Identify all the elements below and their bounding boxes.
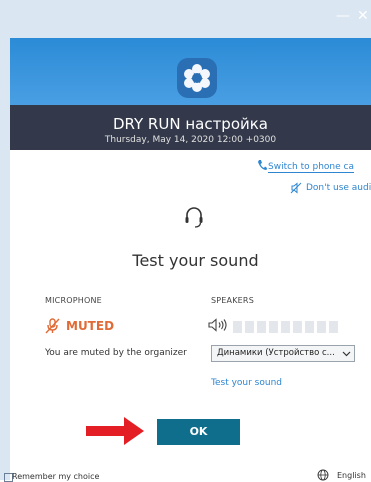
speaker-icon [208, 318, 227, 332]
language-selector[interactable]: English [337, 471, 366, 480]
level-bar [293, 321, 302, 333]
phone-icon [258, 160, 267, 170]
speaker-level-meter [233, 318, 341, 337]
level-bar [245, 321, 254, 333]
headset-icon [185, 207, 203, 228]
desktop-edge [0, 0, 10, 480]
microphone-label: MICROPHONE [45, 296, 102, 305]
muted-description: You are muted by the organizer [45, 348, 187, 358]
red-arrow-icon [86, 417, 144, 445]
minimize-button[interactable]: — [336, 8, 350, 24]
speaker-device-select[interactable]: Динамики (Устройство с... [211, 345, 355, 362]
title-bar: — ✕ [10, 0, 371, 38]
level-bar [329, 321, 338, 333]
level-bar [281, 321, 290, 333]
speakers-label: SPEAKERS [211, 296, 254, 305]
dont-use-audio-link[interactable]: Don't use audi [306, 183, 371, 193]
flower-logo-icon [177, 58, 217, 98]
level-bar [317, 321, 326, 333]
chevron-down-icon [342, 351, 351, 357]
meeting-date: Thursday, May 14, 2020 12:00 +0300 [104, 135, 277, 145]
ok-button[interactable]: OK [157, 419, 240, 445]
level-bar [257, 321, 266, 333]
switch-to-phone-link[interactable]: Switch to phone ca [268, 162, 355, 173]
level-bar [305, 321, 314, 333]
test-sound-link[interactable]: Test your sound [211, 378, 282, 388]
globe-icon [317, 469, 329, 481]
speaker-device-value: Динамики (Устройство с... [217, 348, 335, 358]
level-bar [233, 321, 242, 333]
speaker-off-icon [290, 182, 302, 194]
meeting-header [10, 38, 371, 150]
page-title: Test your sound [132, 251, 259, 270]
close-button[interactable]: ✕ [357, 8, 369, 24]
meeting-title: DRY RUN настройка [112, 115, 269, 133]
microphone-status: MUTED [66, 319, 115, 333]
level-bar [269, 321, 278, 333]
microphone-muted-icon [45, 318, 60, 334]
